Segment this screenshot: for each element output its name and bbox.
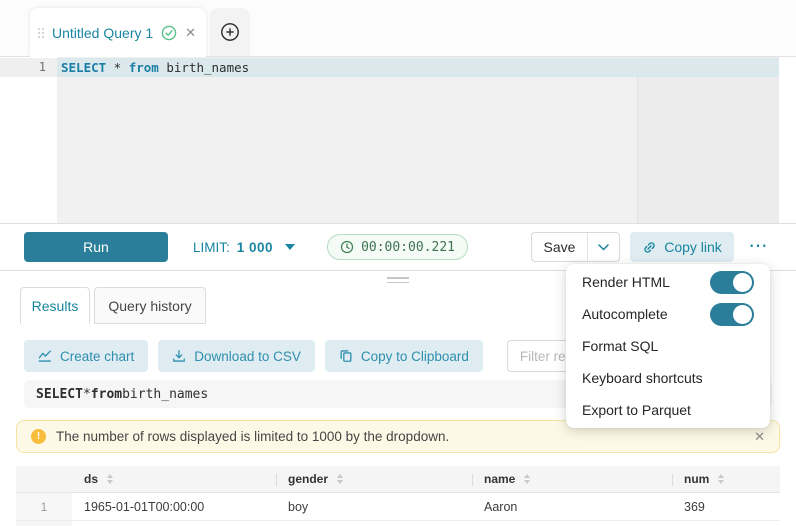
query-tab[interactable]: Untitled Query 1 ✕ bbox=[30, 8, 206, 57]
tab-query-history[interactable]: Query history bbox=[94, 287, 206, 324]
print-margin-shade bbox=[637, 57, 779, 223]
tab-results[interactable]: Results bbox=[20, 287, 90, 324]
cell-gender bbox=[276, 521, 472, 526]
sort-icon bbox=[524, 474, 530, 484]
cell-num: 369 bbox=[672, 493, 780, 520]
create-chart-button[interactable]: Create chart bbox=[24, 340, 148, 372]
menu-item-format-sql[interactable]: Format SQL bbox=[566, 330, 770, 362]
copy-link-label: Copy link bbox=[664, 239, 722, 255]
dismiss-warning-icon[interactable]: ✕ bbox=[754, 430, 765, 443]
print-margin-line bbox=[637, 57, 638, 223]
cell-ds: 1965-01-01T00:00:00 bbox=[72, 493, 276, 520]
query-success-check-icon bbox=[161, 25, 177, 41]
limit-value: 1 000 bbox=[237, 240, 273, 255]
menu-item-label: Format SQL bbox=[582, 338, 658, 354]
cell-num bbox=[672, 521, 780, 526]
autocomplete-toggle[interactable] bbox=[710, 303, 754, 326]
sql-toolbar: Run LIMIT: 1 000 00:00:00.221 Save bbox=[0, 223, 796, 270]
link-icon bbox=[642, 240, 657, 255]
sql-editor-content[interactable]: SELECT * from birth_names bbox=[57, 57, 779, 223]
cell-gender: boy bbox=[276, 493, 472, 520]
sql-lab-app: Untitled Query 1 ✕ SELECT * from birth_n… bbox=[0, 0, 796, 526]
sql-keyword: SELECT bbox=[61, 60, 106, 75]
copy-clipboard-label: Copy to Clipboard bbox=[361, 349, 469, 364]
query-timer-badge: 00:00:00.221 bbox=[327, 234, 468, 260]
chevron-down-icon bbox=[598, 244, 609, 251]
table-row: 1 1965-01-01T00:00:00 boy Aaron 369 bbox=[16, 493, 780, 521]
menu-item-export-parquet[interactable]: Export to Parquet bbox=[566, 394, 770, 426]
query-tab-label: Untitled Query 1 bbox=[52, 25, 153, 41]
save-dropdown-button[interactable] bbox=[587, 233, 619, 261]
more-options-menu: Render HTML Autocomplete Format SQL Keyb… bbox=[566, 264, 770, 428]
new-query-tab-button[interactable] bbox=[210, 8, 250, 56]
sql-operator: * bbox=[106, 60, 129, 75]
table-header-row: ds gender name num bbox=[16, 466, 780, 493]
save-split-button: Save bbox=[531, 232, 620, 262]
copy-clipboard-button[interactable]: Copy to Clipboard bbox=[325, 340, 483, 372]
render-html-toggle[interactable] bbox=[710, 271, 754, 294]
drag-handle-icon[interactable] bbox=[38, 28, 44, 38]
menu-item-label: Export to Parquet bbox=[582, 402, 691, 418]
download-csv-label: Download to CSV bbox=[194, 349, 301, 364]
resize-handle[interactable] bbox=[387, 277, 409, 286]
column-header-label: ds bbox=[84, 472, 98, 486]
column-header-num[interactable]: num bbox=[672, 466, 780, 493]
row-number-cell bbox=[16, 521, 72, 526]
run-button[interactable]: Run bbox=[24, 232, 168, 262]
menu-item-render-html[interactable]: Render HTML bbox=[566, 266, 770, 298]
column-header-label: gender bbox=[288, 472, 328, 486]
menu-item-label: Render HTML bbox=[582, 274, 670, 290]
column-header-name[interactable]: name bbox=[472, 466, 672, 493]
limit-dropdown[interactable]: LIMIT: 1 000 bbox=[193, 240, 295, 255]
cell-name bbox=[472, 521, 672, 526]
sql-operator: * bbox=[83, 387, 91, 402]
line-number: 1 bbox=[0, 58, 57, 77]
query-tab-bar: Untitled Query 1 ✕ bbox=[0, 0, 796, 57]
row-number-cell: 1 bbox=[16, 493, 72, 520]
sql-keyword: SELECT bbox=[36, 387, 83, 402]
menu-item-label: Keyboard shortcuts bbox=[582, 370, 703, 386]
save-button[interactable]: Save bbox=[532, 233, 587, 261]
column-header-ds[interactable]: ds bbox=[72, 466, 276, 493]
warning-text: The number of rows displayed is limited … bbox=[56, 429, 744, 444]
sort-icon bbox=[337, 474, 343, 484]
warning-icon: ! bbox=[31, 429, 46, 444]
cell-name: Aaron bbox=[472, 493, 672, 520]
limit-label: LIMIT: bbox=[193, 240, 230, 255]
chart-icon bbox=[38, 349, 52, 363]
chevron-down-icon bbox=[285, 244, 295, 250]
download-icon bbox=[172, 349, 186, 363]
sql-code-line: SELECT * from birth_names bbox=[61, 58, 249, 77]
sql-table-name: birth_names bbox=[159, 60, 249, 75]
download-csv-button[interactable]: Download to CSV bbox=[158, 340, 315, 372]
cell-ds bbox=[72, 521, 276, 526]
column-header-label: name bbox=[484, 472, 515, 486]
menu-item-label: Autocomplete bbox=[582, 306, 668, 322]
column-header-label: num bbox=[684, 472, 709, 486]
create-chart-label: Create chart bbox=[60, 349, 134, 364]
row-number-header bbox=[16, 466, 72, 493]
close-tab-icon[interactable]: ✕ bbox=[185, 26, 196, 39]
plus-circle-icon bbox=[220, 22, 240, 42]
menu-item-autocomplete[interactable]: Autocomplete bbox=[566, 298, 770, 330]
sql-keyword: from bbox=[129, 60, 159, 75]
copy-link-button[interactable]: Copy link bbox=[630, 232, 734, 262]
sort-icon bbox=[107, 474, 113, 484]
more-menu-button[interactable]: ⋯ bbox=[744, 232, 772, 262]
sort-icon bbox=[718, 474, 724, 484]
sql-table-name: birth_names bbox=[122, 387, 208, 402]
sql-editor[interactable]: SELECT * from birth_names 1 bbox=[0, 57, 796, 223]
column-header-gender[interactable]: gender bbox=[276, 466, 472, 493]
timer-value: 00:00:00.221 bbox=[361, 240, 455, 255]
clock-icon bbox=[340, 240, 354, 254]
results-table: ds gender name num 1 1965-01-01T00:00:00… bbox=[16, 466, 780, 526]
table-row-partial bbox=[16, 521, 780, 526]
editor-gutter: 1 bbox=[0, 57, 57, 223]
menu-item-keyboard-shortcuts[interactable]: Keyboard shortcuts bbox=[566, 362, 770, 394]
sql-keyword: from bbox=[91, 387, 122, 402]
copy-icon bbox=[339, 349, 353, 363]
